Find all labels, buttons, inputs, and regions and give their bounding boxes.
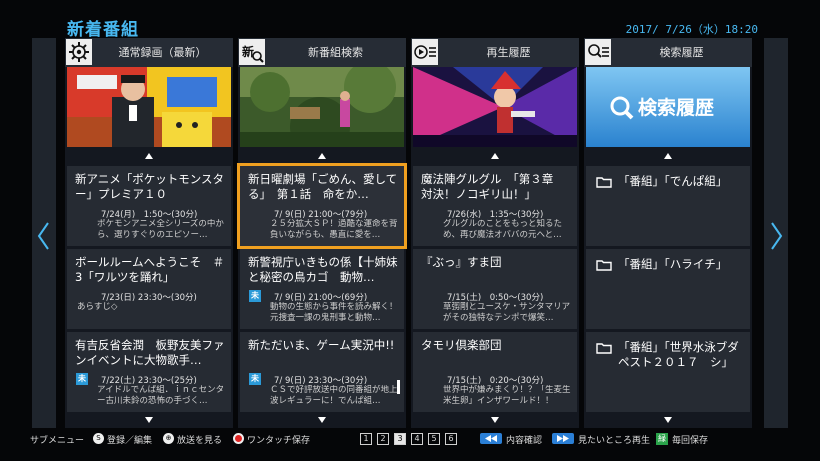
button-guide-bar: サブメニュー S 登録／編集 ⊕ 放送を見る ワンタッチ保存 1 2 3 4 5… xyxy=(0,432,820,446)
unwatched-badge: 未 xyxy=(76,373,88,385)
triangle-up-icon xyxy=(145,153,153,159)
recorder-screen: 新着番組 2017/ 7/26（水）18:20 通常録画（最新） 新アニメ「ポケ… xyxy=(0,0,820,461)
triangle-up-icon xyxy=(318,153,326,159)
scroll-down-button[interactable] xyxy=(238,414,406,428)
scroll-up-button[interactable] xyxy=(411,150,579,164)
triangle-down-icon xyxy=(318,417,326,423)
program-card[interactable]: 魔法陣グルグル 「第３章 対決！ノコギリ山！」 7/26(水) 1:35～(30… xyxy=(413,166,577,246)
content-confirm-label: 内容確認 xyxy=(506,436,543,446)
page-indicator-6[interactable]: 6 xyxy=(445,433,457,445)
anime-host-thumbnail[interactable] xyxy=(67,67,231,147)
anime-character-thumbnail[interactable] xyxy=(413,67,577,147)
triangle-down-icon xyxy=(145,417,153,423)
column-search-history: 検索履歴 検索履歴 「番組」「でんぱ組」 「番組」「ハライチ」 「番組」「世界水… xyxy=(584,38,752,428)
unwatched-badge: 未 xyxy=(249,373,261,385)
unwatched-badge: 未 xyxy=(249,290,261,302)
search-history-thumb-text: 検索履歴 xyxy=(638,96,714,119)
page-indicator-1[interactable]: 1 xyxy=(360,433,372,445)
folder-icon xyxy=(596,260,612,271)
page-title: 新着番組 xyxy=(67,20,139,40)
s-key-icon: S xyxy=(93,433,104,444)
search-history-item[interactable]: 「番組」「でんぱ組」 xyxy=(586,166,750,246)
program-card[interactable]: 新ただいま、ゲーム実況中!! 未 7/ 9(日) 23:30～(30分) ＣＳで… xyxy=(240,332,404,412)
scroll-up-button[interactable] xyxy=(65,150,233,164)
triangle-down-icon xyxy=(664,417,672,423)
scroll-left-button[interactable] xyxy=(32,38,56,428)
triangle-up-icon xyxy=(664,153,672,159)
column-header[interactable]: 新 新番組検索 xyxy=(238,38,406,67)
daily-save-label: 毎回保存 xyxy=(672,436,709,446)
triangle-down-icon xyxy=(491,417,499,423)
page-indicator-4[interactable]: 4 xyxy=(411,433,423,445)
submenu-label: サブメニュー xyxy=(30,436,85,446)
column-normal-recording: 通常録画（最新） 新アニメ「ポケットモンスター」プレミア１０ 7/24(月) 1… xyxy=(65,38,233,428)
fast-forward-button-icon xyxy=(552,433,574,444)
page-indicator-5[interactable]: 5 xyxy=(428,433,440,445)
program-card[interactable]: 『ぶっ』すま団 7/15(土) 0:50～(30分) 草彅剛とユースケ・サンタマ… xyxy=(413,249,577,329)
column-playback-history: 再生履歴 魔法陣グルグル 「第３章 対決！ノコギリ山！」 7/26(水) 1:3… xyxy=(411,38,579,428)
one-touch-save-label: ワンタッチ保存 xyxy=(247,436,311,446)
scroll-up-button[interactable] xyxy=(238,150,406,164)
svg-text:新: 新 xyxy=(242,44,254,59)
play-list-icon xyxy=(412,39,438,65)
page-indicator-2[interactable]: 2 xyxy=(377,433,389,445)
search-history-thumbnail[interactable]: 検索履歴 xyxy=(586,67,750,147)
forest-scene-thumbnail[interactable] xyxy=(240,67,404,147)
program-card[interactable]: 新アニメ「ポケットモンスター」プレミア１０ 7/24(月) 1:50～(30分)… xyxy=(67,166,231,246)
chevron-right-icon xyxy=(771,222,783,250)
search-list-icon xyxy=(585,39,611,65)
rewind-button-icon xyxy=(480,433,502,444)
program-card[interactable]: 新警視庁いきもの係【十姉妹と秘密の鳥カゴ 動物… 未 7/ 9(日) 21:00… xyxy=(240,249,404,329)
column-header[interactable]: 通常録画（最新） xyxy=(65,38,233,67)
chevron-left-icon xyxy=(37,222,49,250)
scroll-down-button[interactable] xyxy=(65,414,233,428)
column-title: 検索履歴 xyxy=(659,46,704,59)
gear-icon xyxy=(66,39,92,65)
program-card[interactable]: 有吉反省会潤 板野友美ファンイベントに大物歌手… 未 7/22(土) 23:30… xyxy=(67,332,231,412)
new-search-icon: 新 xyxy=(239,39,265,65)
search-history-item[interactable]: 「番組」「世界水泳ブダペスト２０１７ シ」 xyxy=(586,332,750,412)
column-header[interactable]: 検索履歴 xyxy=(584,38,752,67)
page-indicator-3[interactable]: 3 xyxy=(394,433,406,445)
scroll-right-button[interactable] xyxy=(764,38,788,428)
green-button-icon: 緑 xyxy=(656,433,668,445)
program-card[interactable]: タモリ倶楽部団 7/15(土) 0:20～(30分) 世界中が嫌みまくり！？「生… xyxy=(413,332,577,412)
column-title: 再生履歴 xyxy=(486,46,531,59)
search-history-item[interactable]: 「番組」「ハライチ」 xyxy=(586,249,750,329)
triangle-up-icon xyxy=(491,153,499,159)
folder-icon xyxy=(596,177,612,188)
text-scrollbar[interactable] xyxy=(397,380,400,394)
column-new-program-search: 新 新番組検索 新日曜劇場「ごめん、愛してる」 第１話 命をか… 7/ 9(日)… xyxy=(237,38,407,428)
register-edit-label: 登録／編集 xyxy=(107,436,153,446)
enter-key-icon: ⊕ xyxy=(163,433,174,444)
program-card-selected[interactable]: 新日曜劇場「ごめん、愛してる」 第１話 命をか… 7/ 9(日) 21:00～(… xyxy=(237,163,407,249)
scroll-down-button[interactable] xyxy=(411,414,579,428)
column-title: 新番組検索 xyxy=(308,46,363,59)
scroll-down-button[interactable] xyxy=(584,414,752,428)
scroll-up-button[interactable] xyxy=(584,150,752,164)
clock: 2017/ 7/26（水）18:20 xyxy=(625,23,758,36)
skip-play-label: 見たいところ再生 xyxy=(578,436,651,446)
column-header[interactable]: 再生履歴 xyxy=(411,38,579,67)
program-card[interactable]: ボールルームへようこそ ＃3「ワルツを踊れ」 7/23(日) 23:30～(30… xyxy=(67,249,231,329)
red-button-icon xyxy=(233,433,244,444)
folder-icon xyxy=(596,343,612,354)
column-title: 通常録画（最新） xyxy=(118,46,207,59)
watch-broadcast-label: 放送を見る xyxy=(177,436,223,446)
